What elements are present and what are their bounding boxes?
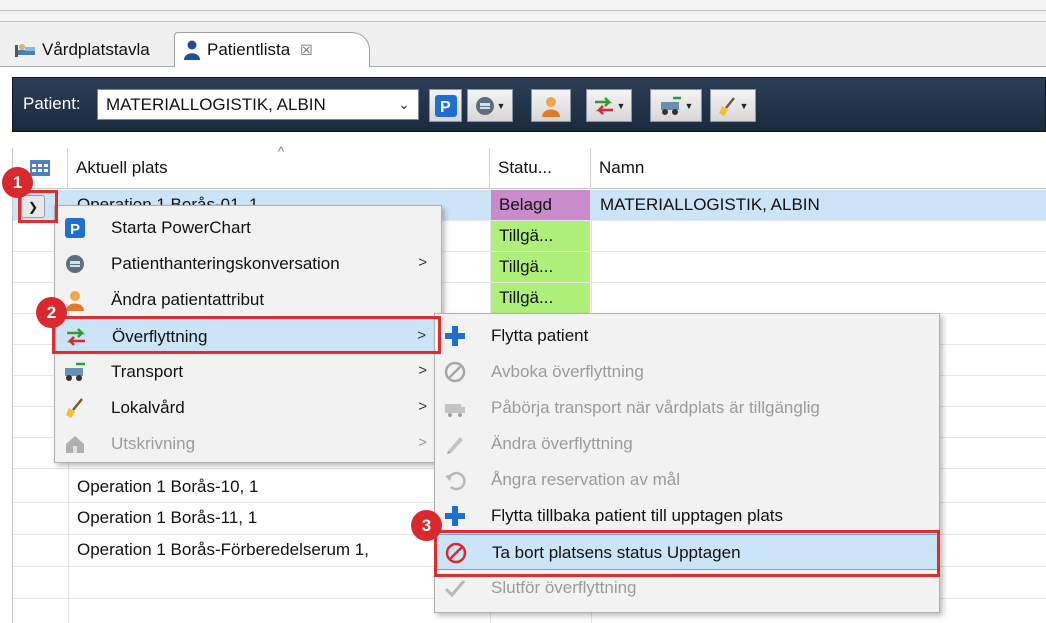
status-badge: Tillgä... — [491, 283, 590, 313]
transport-button[interactable]: ▼ — [650, 89, 702, 122]
menu-item-label: Ångra reservation av mål — [491, 470, 680, 489]
menu-item-label: Flytta tillbaka patient till upptagen pl… — [491, 506, 784, 525]
conversation-icon — [475, 96, 494, 115]
plus-icon — [445, 506, 465, 526]
column-header-label: Namn — [599, 158, 645, 177]
submenu-arrow-icon: > — [418, 434, 427, 451]
menu-item-label: Utskrivning — [111, 434, 196, 453]
dropdown-arrow-icon: ▼ — [739, 100, 749, 111]
patient-attributes-button[interactable] — [531, 89, 571, 122]
discharge-icon — [66, 436, 84, 453]
bed-icon — [15, 43, 35, 57]
row-namn: MATERIALLOGISTIK, ALBIN — [600, 195, 820, 214]
column-header-label: Aktuell plats — [76, 158, 168, 177]
patient-select-value: MATERIALLOGISTIK, ALBIN — [106, 94, 326, 114]
highlight-box-overflyttning — [52, 316, 441, 354]
row-plats[interactable]: Operation 1 Borås-Förberedelserum 1, — [77, 535, 437, 565]
submenu-arrow-icon: > — [418, 398, 427, 415]
menu-item-label: Starta PowerChart — [111, 218, 251, 237]
close-icon[interactable]: ☒ — [300, 42, 313, 59]
submenu-item-angra-reservation: Ångra reservation av mål — [435, 462, 939, 498]
submenu-arrow-icon: > — [418, 254, 427, 271]
menu-item-label: Ändra överflyttning — [491, 434, 633, 453]
tab-bar: Vårdplatstavla Patientlista ☒ — [0, 22, 1046, 67]
checkmark-icon — [444, 580, 466, 598]
plus-icon — [445, 326, 465, 346]
cleaning-icon — [718, 96, 735, 116]
submenu-item-flytta-tillbaka[interactable]: Flytta tillbaka patient till upptagen pl… — [435, 498, 939, 534]
cleaning-icon — [66, 398, 83, 418]
powerchart-icon: P — [65, 218, 85, 238]
status-badge: Belagd — [491, 190, 590, 220]
powerchart-icon: P — [434, 94, 457, 117]
sort-ascending-icon: ^ — [278, 144, 285, 159]
menu-item-label: Flytta patient — [491, 326, 589, 345]
transport-icon — [65, 362, 85, 381]
transfer-icon — [594, 96, 613, 115]
conversation-button[interactable]: ▼ — [467, 89, 513, 122]
pencil-icon — [447, 437, 463, 454]
grid-icon — [30, 160, 50, 176]
status-badge: Tillgä... — [491, 221, 590, 251]
tab-label: Vårdplatstavla — [42, 39, 150, 59]
tab-patientlista[interactable]: Patientlista ☒ — [174, 32, 370, 67]
column-header-label: Statu... — [498, 158, 552, 177]
dropdown-arrow-icon: ▼ — [616, 100, 626, 111]
row-plats[interactable]: Operation 1 Borås-10, 1 — [77, 472, 437, 502]
row-plats[interactable]: Operation 1 Borås-11, 1 — [77, 503, 437, 533]
menu-item-label: Lokalvård — [111, 398, 185, 417]
svg-text:P: P — [70, 221, 80, 238]
callout-step-2: 2 — [36, 297, 67, 328]
column-header-namn[interactable]: Namn — [591, 148, 1046, 188]
submenu-item-flytta-patient[interactable]: Flytta patient — [435, 318, 939, 354]
callout-step-3: 3 — [411, 510, 442, 541]
patient-select[interactable]: MATERIALLOGISTIK, ALBIN ⌄ — [97, 89, 419, 120]
chevron-down-icon: ⌄ — [398, 96, 410, 112]
menu-item-label: Slutför överflyttning — [491, 578, 637, 597]
menu-item-label: Ändra patientattribut — [111, 290, 265, 309]
cleaning-button[interactable]: ▼ — [710, 89, 756, 122]
submenu-arrow-icon: > — [418, 362, 427, 379]
menu-item-label: Patienthanteringskonversation — [111, 254, 340, 273]
menu-item-transport[interactable]: Transport > — [55, 354, 441, 390]
window-top-strip — [0, 0, 1046, 22]
menu-item-starta-powerchart[interactable]: P Starta PowerChart — [55, 210, 441, 246]
menu-item-andra-patientattribut[interactable]: Ändra patientattribut — [55, 282, 441, 318]
menu-item-label: Transport — [111, 362, 184, 381]
patient-label: Patient: — [23, 94, 81, 113]
person-icon — [184, 40, 200, 60]
submenu-item-paborja-transport: Påbörja transport när vårdplats är tillg… — [435, 390, 939, 426]
patient-attributes-icon — [542, 96, 560, 117]
highlight-box-ta-bort-status — [434, 530, 940, 577]
tab-label: Patientlista — [207, 40, 291, 59]
patient-toolbar: Patient: MATERIALLOGISTIK, ALBIN ⌄ P ▼ ▼… — [12, 77, 1046, 132]
dropdown-arrow-icon: ▼ — [684, 100, 694, 111]
powerchart-button[interactable]: P — [429, 89, 462, 122]
menu-item-label: Påbörja transport när vårdplats är tillg… — [491, 398, 820, 417]
menu-item-label: Avboka överflyttning — [491, 362, 644, 381]
tab-vardplatstavla[interactable]: Vårdplatstavla — [6, 32, 174, 67]
status-badge: Tillgä... — [491, 252, 590, 282]
undo-icon — [445, 471, 466, 491]
column-header-status[interactable]: Statu... — [490, 148, 591, 188]
svg-text:P: P — [440, 99, 451, 116]
submenu-item-avboka-overflyttning: Avboka överflyttning — [435, 354, 939, 390]
ambulance-icon — [445, 404, 465, 417]
dropdown-arrow-icon: ▼ — [496, 100, 506, 111]
menu-item-utskrivning: Utskrivning > — [55, 426, 441, 462]
prohibited-icon — [444, 361, 466, 383]
menu-item-lokalvard[interactable]: Lokalvård > — [55, 390, 441, 426]
transport-icon — [660, 96, 681, 115]
callout-step-1: 1 — [2, 167, 33, 198]
submenu-item-andra-overflyttning: Ändra överflyttning — [435, 426, 939, 462]
column-header-aktuell-plats[interactable]: Aktuell plats ^ — [68, 144, 490, 188]
menu-item-patienthanteringskonversation[interactable]: Patienthanteringskonversation > — [55, 246, 441, 282]
grid-header: Aktuell plats ^ Statu... Namn — [13, 144, 1046, 189]
transfer-button[interactable]: ▼ — [586, 89, 632, 122]
conversation-icon — [66, 255, 84, 273]
